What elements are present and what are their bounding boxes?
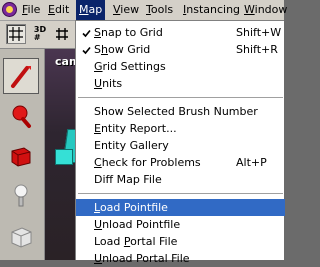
snap-grid-button[interactable] [6, 24, 26, 44]
menu-item-load-portal-file[interactable]: Load Portal File [76, 233, 285, 250]
menu-label-rest: ools [150, 3, 174, 16]
menu-edit[interactable]: Edit [45, 0, 72, 20]
menu-item-shortcut: Shift+R [236, 43, 278, 56]
menu-item-entity-gallery[interactable]: Entity Gallery [76, 137, 285, 154]
menu-instancing[interactable]: Instancing [180, 0, 243, 20]
menu-item-units[interactable]: Units [76, 75, 285, 92]
menu-file[interactable]: File [19, 0, 43, 20]
tool-palette [0, 49, 45, 260]
menu-item-load-pointfile[interactable]: Load Pointfile [76, 199, 285, 216]
menu-item-grid-settings[interactable]: Grid Settings [76, 58, 285, 75]
menu-mnemonic: E [48, 3, 55, 16]
camera-tool-icon [11, 147, 31, 167]
entity-tool-icon [14, 184, 28, 207]
3d-grid-button[interactable]: 3D # [30, 24, 50, 44]
menu-item-shortcut: Shift+W [236, 26, 282, 39]
menu-item-unload-portal-file[interactable]: Unload Portal File [76, 250, 285, 267]
menu-window[interactable]: Window [241, 0, 290, 20]
menu-item-check-for-problems[interactable]: Check for Problems Alt+P [76, 154, 285, 171]
menu-label-rest: dit [54, 3, 70, 16]
menu-item-entity-report[interactable]: Entity Report... [76, 120, 285, 137]
menu-label-rest: ap [88, 3, 103, 16]
menu-bar: File Edit Map View Tools Instancing Window [0, 0, 287, 21]
grid-button[interactable] [52, 24, 72, 44]
menu-item-label: Unload Portal File [94, 252, 190, 265]
menu-item-show-grid[interactable]: Show Grid Shift+R [76, 41, 285, 58]
menu-mnemonic: M [79, 3, 89, 16]
camera-tool-button[interactable] [3, 138, 39, 174]
menu-item-unload-pointfile[interactable]: Unload Pointfile [76, 216, 285, 233]
menu-item-diff-map-file[interactable]: Diff Map File [76, 171, 285, 188]
menu-item-snap-to-grid[interactable]: Snap to Grid Shift+W [76, 24, 285, 41]
selection-tool-icon [11, 66, 31, 88]
menu-item-label: Check for Problems [94, 156, 201, 169]
magnify-tool-button[interactable] [3, 98, 39, 134]
menu-mnemonic: W [244, 3, 255, 16]
menu-view[interactable]: View [110, 0, 142, 20]
scene-entity [55, 149, 73, 165]
menu-item-label: Entity Report... [94, 122, 177, 135]
menu-label-rest: ile [27, 3, 41, 16]
map-menu-dropdown: Snap to Grid Shift+W Show Grid Shift+R Grid … [75, 20, 285, 265]
magnify-tool-icon [12, 105, 31, 128]
menu-item-label: Show Grid [94, 43, 151, 56]
3d-grid-icon: 3D # [33, 25, 47, 42]
entity-tool-button[interactable] [3, 178, 39, 214]
menu-label-rest: nstancing [186, 3, 241, 16]
menu-separator [78, 193, 283, 194]
menu-map[interactable]: Map [76, 0, 106, 20]
menu-item-show-selected-brush-number[interactable]: Show Selected Brush Number [76, 103, 285, 120]
menu-tools[interactable]: Tools [143, 0, 176, 20]
block-tool-icon [11, 227, 32, 248]
selection-tool-button[interactable] [3, 58, 39, 94]
menu-item-label: Entity Gallery [94, 139, 169, 152]
menu-label-rest: iew [120, 3, 140, 16]
app-logo-icon [2, 2, 17, 17]
menu-separator [78, 97, 283, 98]
menu-item-shortcut: Alt+P [236, 156, 267, 169]
checkmark-icon [80, 24, 92, 41]
checkmark-icon [80, 41, 92, 58]
menu-item-label: Unload Pointfile [94, 218, 181, 231]
grid-icon [56, 28, 68, 40]
menu-item-label: Show Selected Brush Number [94, 105, 258, 118]
block-tool-button[interactable] [3, 218, 39, 254]
menu-item-label: Diff Map File [94, 173, 162, 186]
menu-item-label: Load Pointfile [94, 201, 168, 214]
menu-item-label: Snap to Grid [94, 26, 163, 39]
menu-item-label: Units [94, 77, 123, 90]
snap-grid-icon [9, 27, 23, 41]
menu-label-rest: indow [254, 3, 288, 16]
menu-item-label: Grid Settings [94, 60, 166, 73]
menu-item-label: Load Portal File [94, 235, 178, 248]
